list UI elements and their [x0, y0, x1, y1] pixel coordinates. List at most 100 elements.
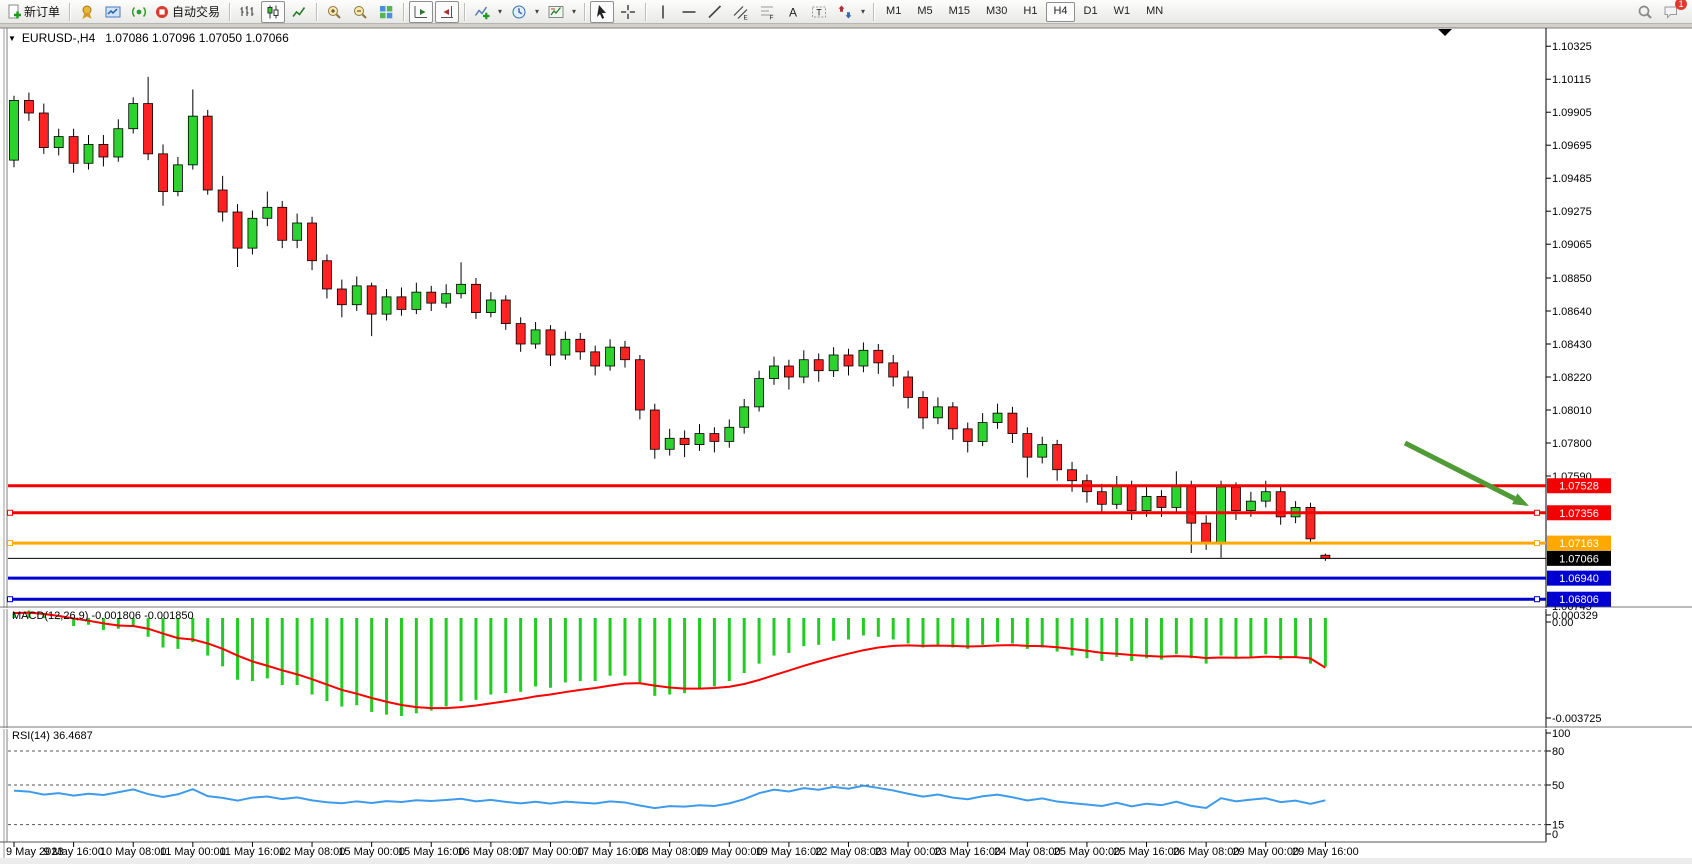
trendline-button[interactable] [703, 1, 727, 23]
candle-up [770, 366, 779, 379]
tile-windows-button[interactable] [374, 1, 398, 23]
line-handle[interactable] [8, 510, 13, 515]
rsi-indicator-label: RSI(14) 36.4687 [12, 730, 93, 742]
zoom-in-button[interactable] [322, 1, 346, 23]
line-handle[interactable] [8, 597, 13, 602]
bar-chart-button[interactable] [235, 1, 259, 23]
chat-button[interactable]: 1 [1659, 1, 1683, 23]
line-chart-button[interactable] [287, 1, 311, 23]
candle-up [248, 218, 257, 248]
line-handle[interactable] [8, 541, 13, 546]
crosshair-button[interactable] [616, 1, 640, 23]
svg-text:T: T [816, 7, 822, 17]
toolbar-right-cluster: 1 [1632, 1, 1684, 23]
timeframe-m5-button[interactable]: M5 [910, 2, 939, 22]
macd-histogram-bar [594, 618, 597, 681]
candle-down [99, 144, 108, 157]
macd-histogram-bar [832, 618, 835, 641]
templates-button[interactable] [544, 1, 568, 23]
channel-button[interactable]: E [729, 1, 753, 23]
timeframe-m1-button[interactable]: M1 [879, 2, 908, 22]
timeframe-d1-button[interactable]: D1 [1077, 2, 1105, 22]
horizontal-line-button[interactable] [677, 1, 701, 23]
candle-down [69, 137, 78, 164]
candle-up [740, 407, 749, 427]
periods-button-dropdown[interactable]: ▾ [532, 2, 542, 22]
chart-symbol-label: EURUSD-,H4 [22, 31, 95, 45]
channel-icon: E [733, 4, 749, 20]
symbol-dropdown-icon[interactable]: ▼ [8, 34, 16, 43]
macd-histogram-bar [1294, 618, 1297, 657]
macd-histogram-bar [400, 618, 403, 716]
macd-histogram-bar [445, 618, 448, 707]
text-label-button[interactable]: T [807, 1, 831, 23]
search-icon [1637, 4, 1653, 20]
new-order-button[interactable]: 新订单 [5, 1, 64, 23]
mt4-window: 新订单 自动交易 ▾ ▾ ▾ EFA T ▾ M1M5M15M30H1H4D1W1MN 1 1.1… [0, 0, 1692, 864]
zoom-out-button[interactable] [348, 1, 372, 23]
candle-down [278, 207, 287, 240]
chart-window-button[interactable] [101, 1, 125, 23]
macd-histogram-bar [1324, 618, 1327, 666]
timeframe-w1-button[interactable]: W1 [1107, 2, 1138, 22]
signal-button[interactable] [127, 1, 151, 23]
macd-histogram-bar [1085, 618, 1088, 658]
indicators-button-dropdown[interactable]: ▾ [495, 2, 505, 22]
chart-canvas[interactable]: 1.103251.101151.099051.096951.094851.092… [0, 0, 1692, 864]
line-handle[interactable] [1535, 541, 1540, 546]
toolbar-separator [464, 3, 465, 21]
candle-up [1172, 485, 1181, 507]
chart-shift-button[interactable] [435, 1, 459, 23]
candle-down [471, 284, 480, 312]
timeframe-h1-button[interactable]: H1 [1016, 2, 1044, 22]
candle-up [293, 223, 302, 240]
auto-trading-button[interactable]: 自动交易 [153, 1, 224, 23]
template-icon [548, 4, 564, 20]
price-axis[interactable] [1546, 28, 1692, 842]
auto-trading-button-label: 自动交易 [172, 3, 220, 20]
new-order-button-label: 新订单 [24, 3, 60, 20]
indicators-button[interactable] [470, 1, 494, 23]
search-button[interactable] [1633, 1, 1657, 23]
candle-up [829, 355, 838, 371]
stamp-button[interactable] [75, 1, 99, 23]
arrows-icon [837, 4, 853, 20]
bars-icon [239, 4, 255, 20]
candle-up [1142, 496, 1151, 510]
macd-histogram-bar [415, 618, 418, 713]
timeframe-m30-button[interactable]: M30 [979, 2, 1014, 22]
timeframe-m15-button[interactable]: M15 [942, 2, 977, 22]
macd-histogram-bar [728, 618, 731, 681]
macd-histogram-bar [1234, 618, 1237, 658]
macd-histogram-bar [653, 618, 656, 696]
candle-down [620, 347, 629, 360]
templates-button-dropdown[interactable]: ▾ [569, 2, 579, 22]
candle-down [308, 223, 317, 261]
fibonacci-button[interactable]: F [755, 1, 779, 23]
indicator-icon [474, 4, 490, 20]
candle-down [24, 100, 33, 113]
vertical-line-button[interactable] [651, 1, 675, 23]
candle-up [84, 144, 93, 163]
macd-histogram-bar [1160, 618, 1163, 660]
cursor-button[interactable] [590, 1, 614, 23]
candle-down [1202, 523, 1211, 543]
arrows-button[interactable] [833, 1, 857, 23]
text-button[interactable]: A [781, 1, 805, 23]
line-handle[interactable] [1535, 510, 1540, 515]
periods-button[interactable] [507, 1, 531, 23]
timeframe-mn-button[interactable]: MN [1139, 2, 1170, 22]
clock-icon [511, 4, 527, 20]
arrows-button-dropdown[interactable]: ▾ [858, 2, 868, 22]
candlestick-button[interactable] [261, 1, 285, 23]
candle-up [486, 300, 495, 313]
time-axis[interactable] [0, 843, 1546, 858]
candle-up [665, 438, 674, 449]
auto-scroll-button[interactable] [409, 1, 433, 23]
candle-down [591, 352, 600, 366]
candle-down [501, 300, 510, 324]
timeframe-h4-button[interactable]: H4 [1046, 2, 1074, 22]
macd-histogram-bar [981, 618, 984, 645]
line-handle[interactable] [1535, 597, 1540, 602]
candle-up [129, 104, 138, 129]
